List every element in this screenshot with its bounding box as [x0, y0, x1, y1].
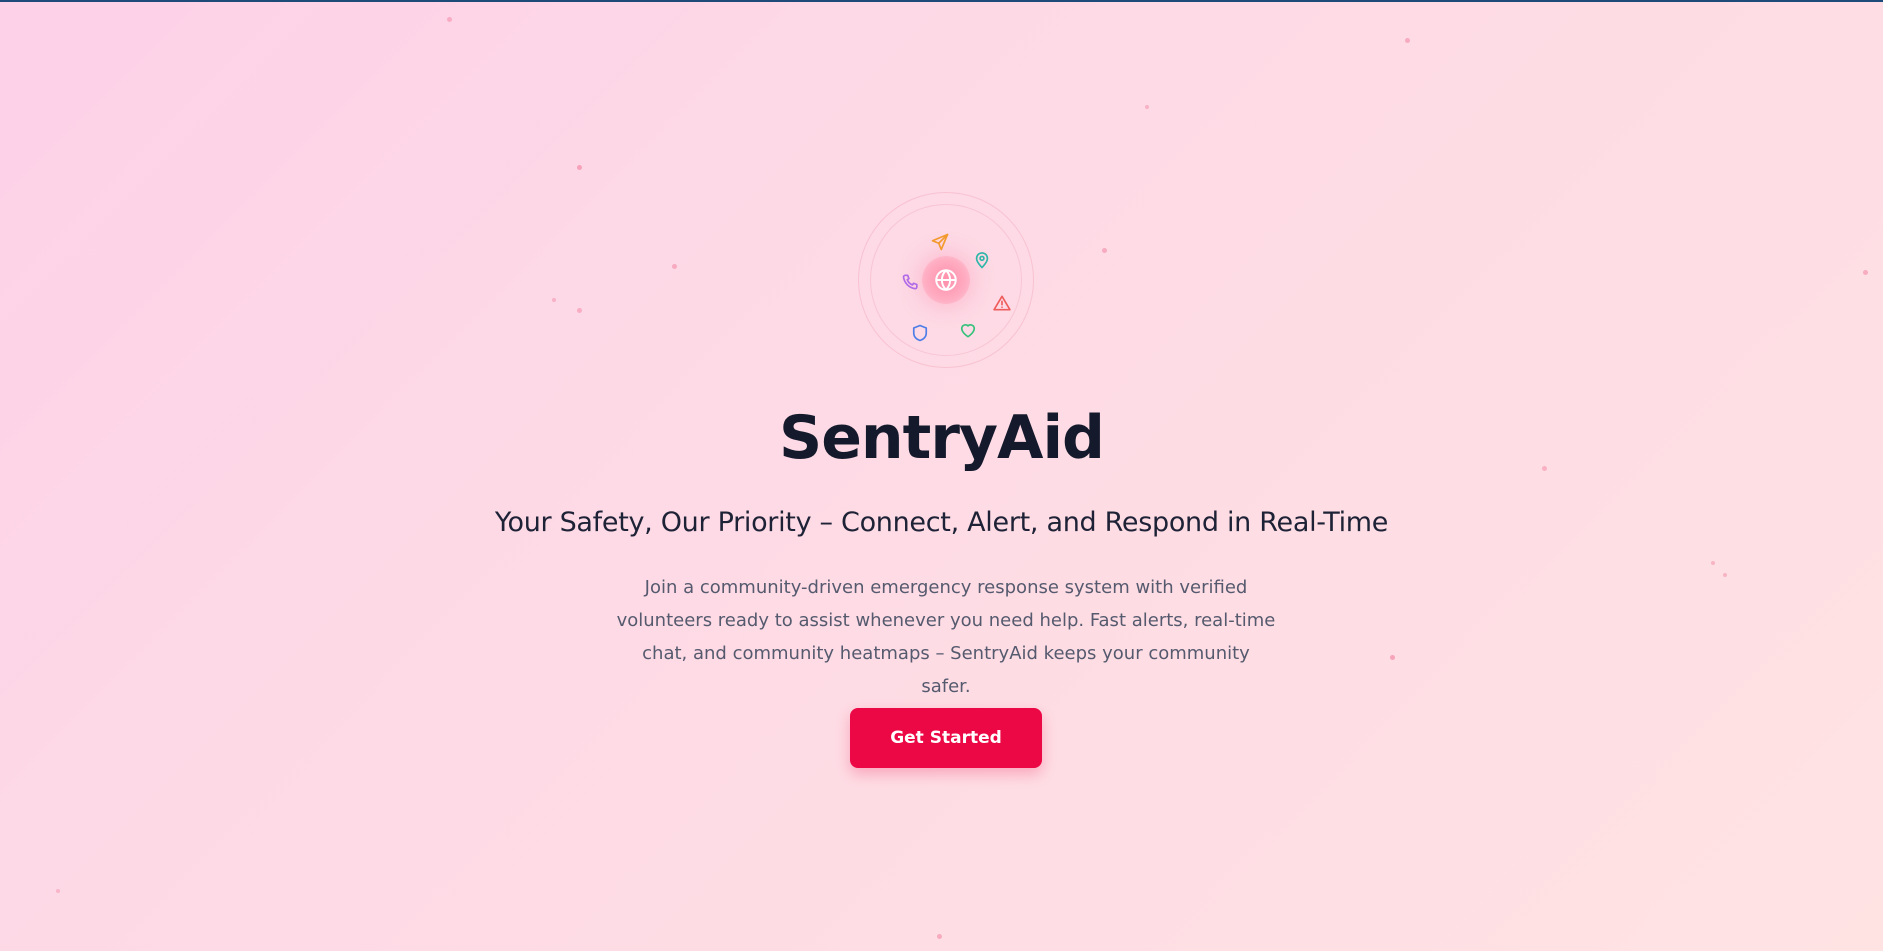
hero-section: SentryAid Your Safety, Our Priority – Co…	[0, 0, 1883, 951]
alert-triangle-icon	[992, 293, 1012, 313]
app-title: SentryAid	[779, 403, 1105, 473]
hero-tagline: Your Safety, Our Priority – Connect, Ale…	[494, 507, 1389, 538]
map-pin-icon	[972, 250, 992, 270]
hero-description: Join a community-driven emergency respon…	[616, 577, 1276, 697]
globe-icon	[922, 256, 970, 304]
get-started-button[interactable]: Get Started	[850, 708, 1042, 768]
send-icon	[930, 232, 950, 252]
phone-icon	[901, 272, 921, 292]
hero-emblem	[858, 192, 1034, 368]
shield-icon	[910, 323, 930, 343]
heart-icon	[958, 320, 978, 340]
